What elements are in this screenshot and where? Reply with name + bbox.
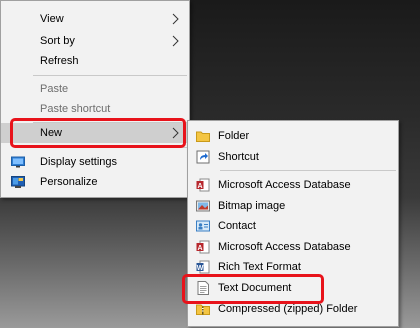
bitmap-icon: [196, 200, 210, 212]
submenu-item-text-document-label: Text Document: [218, 282, 292, 294]
submenu-item-access-database-label: Microsoft Access Database: [218, 241, 351, 253]
menu-item-view[interactable]: View: [1, 9, 189, 29]
menu-item-paste-label: Paste: [40, 83, 69, 95]
contact-icon: [196, 220, 210, 232]
submenu-item-access-database[interactable]: A Microsoft Access Database: [188, 237, 398, 257]
submenu-item-rich-text-format-label: Rich Text Format: [218, 261, 301, 273]
display-settings-icon: [11, 156, 25, 168]
submenu-item-bitmap-image-label: Bitmap image: [218, 200, 286, 212]
menu-item-refresh-label: Refresh: [40, 55, 79, 67]
submenu-item-rich-text-format[interactable]: W Rich Text Format: [188, 257, 398, 277]
menu-item-display-settings-label: Display settings: [40, 156, 118, 168]
menu-separator: [33, 147, 187, 148]
chevron-right-icon: [172, 13, 179, 25]
menu-item-sort-by[interactable]: Sort by: [1, 31, 189, 51]
submenu-item-contact-label: Contact: [218, 220, 256, 232]
menu-item-refresh[interactable]: Refresh: [1, 51, 189, 71]
access-database-icon: A: [196, 178, 210, 192]
menu-item-display-settings[interactable]: Display settings: [1, 152, 189, 172]
svg-text:A: A: [197, 183, 202, 190]
submenu-item-shortcut-label: Shortcut: [218, 151, 259, 163]
access-database-icon: A: [196, 240, 210, 254]
menu-separator: [33, 75, 187, 76]
chevron-right-icon: [172, 35, 179, 47]
menu-item-new-label: New: [40, 127, 63, 139]
new-submenu: Folder Shortcut A Microsoft Access Datab…: [187, 120, 399, 327]
personalize-icon: [11, 176, 25, 188]
submenu-item-contact[interactable]: Contact: [188, 216, 398, 236]
submenu-item-bitmap-image[interactable]: Bitmap image: [188, 196, 398, 216]
svg-text:W: W: [197, 265, 204, 272]
folder-icon: [196, 131, 210, 142]
submenu-item-shortcut[interactable]: Shortcut: [188, 147, 398, 167]
menu-separator: [220, 170, 396, 171]
submenu-item-compressed-folder-label: Compressed (zipped) Folder: [218, 303, 358, 315]
submenu-item-access-database[interactable]: A Microsoft Access Database: [188, 175, 398, 195]
menu-item-sort-by-label: Sort by: [40, 35, 75, 47]
shortcut-icon: [196, 150, 210, 164]
submenu-item-folder-label: Folder: [218, 130, 250, 142]
menu-item-view-label: View: [40, 13, 64, 25]
submenu-item-text-document[interactable]: Text Document: [188, 278, 398, 298]
chevron-right-icon: [172, 127, 179, 139]
submenu-item-folder[interactable]: Folder: [188, 126, 398, 146]
svg-text:A: A: [197, 245, 202, 252]
submenu-item-access-database-label: Microsoft Access Database: [218, 179, 351, 191]
menu-item-new[interactable]: New: [1, 123, 189, 143]
rtf-icon: W: [196, 260, 210, 274]
desktop-context-menu: View Sort by Refresh Paste Paste shortcu…: [0, 0, 190, 198]
menu-item-paste[interactable]: Paste: [1, 79, 189, 99]
menu-item-paste-shortcut[interactable]: Paste shortcut: [1, 99, 189, 119]
menu-item-personalize-label: Personalize: [40, 176, 98, 188]
zip-folder-icon: [196, 304, 210, 315]
submenu-item-compressed-folder[interactable]: Compressed (zipped) Folder: [188, 299, 398, 319]
menu-item-personalize[interactable]: Personalize: [1, 172, 189, 192]
text-document-icon: [197, 281, 209, 295]
menu-item-paste-shortcut-label: Paste shortcut: [40, 103, 111, 115]
